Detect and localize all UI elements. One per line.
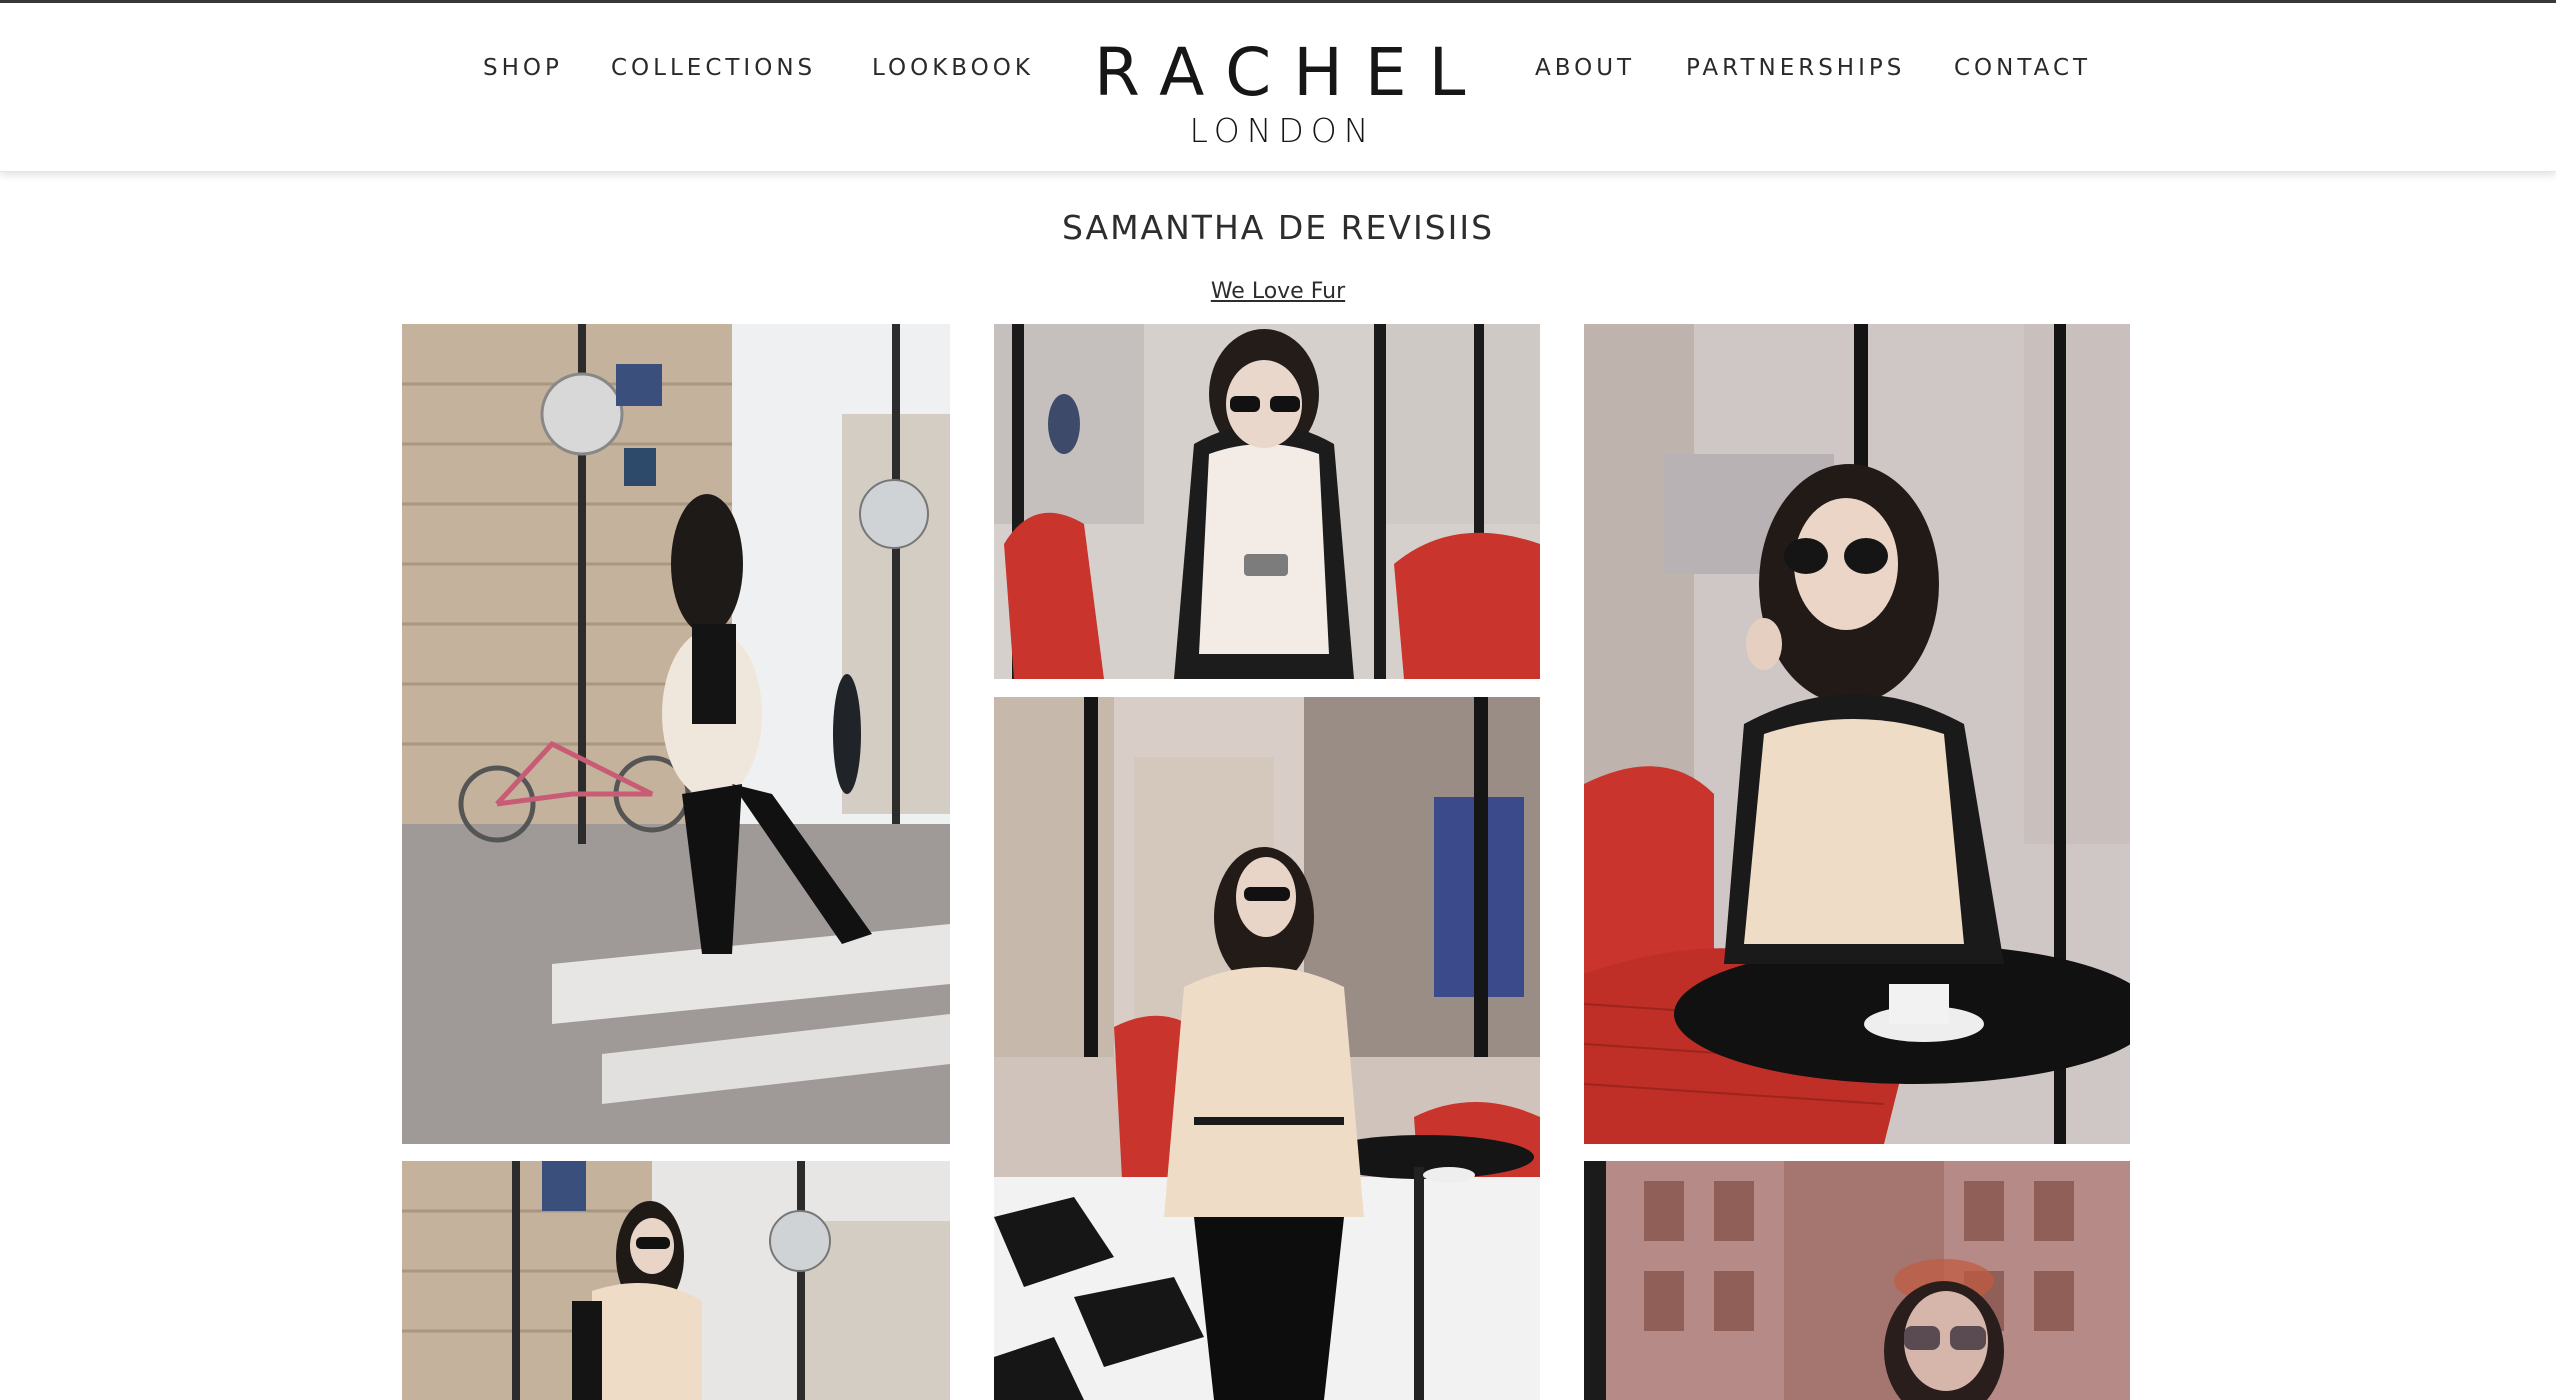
- nav-contact[interactable]: CONTACT: [1954, 55, 2091, 81]
- photo-street-crossing[interactable]: [402, 324, 950, 1144]
- nav-partnerships[interactable]: PARTNERSHIPS: [1686, 55, 1905, 81]
- photo-cafe-phone-image: [994, 324, 1540, 679]
- nav-lookbook[interactable]: LOOKBOOK: [872, 55, 1034, 81]
- photo-cafe-phone[interactable]: [994, 324, 1540, 679]
- photo-window-reflection-image: [1584, 1161, 2130, 1400]
- photo-cafe-seated[interactable]: [994, 697, 1540, 1400]
- we-love-fur-link[interactable]: We Love Fur: [1211, 279, 1345, 304]
- page: SHOP COLLECTIONS LOOKBOOK RACHEL LONDON …: [0, 0, 2556, 1400]
- photo-cafe-seated-image: [994, 697, 1540, 1400]
- page-title: SAMANTHA DE REVISIIS: [1061, 208, 1495, 247]
- photo-cafe-coffee[interactable]: [1584, 324, 2130, 1144]
- nav-about[interactable]: ABOUT: [1535, 55, 1635, 81]
- photo-cafe-coffee-image: [1584, 324, 2130, 1144]
- photo-street-sign[interactable]: [402, 1161, 950, 1400]
- site-logo[interactable]: RACHEL LONDON: [1072, 39, 1486, 151]
- photo-window-reflection[interactable]: [1584, 1161, 2130, 1400]
- nav-shop[interactable]: SHOP: [483, 55, 563, 81]
- logo-wordmark: RACHEL: [1094, 34, 1488, 111]
- photo-street-crossing-image: [402, 324, 950, 1144]
- photo-street-sign-image: [402, 1161, 950, 1400]
- subtitle-row: We Love Fur: [0, 279, 2556, 304]
- nav-collections[interactable]: COLLECTIONS: [611, 55, 816, 81]
- site-header: SHOP COLLECTIONS LOOKBOOK RACHEL LONDON …: [0, 3, 2556, 172]
- logo-subtitle: LONDON: [1189, 111, 1376, 150]
